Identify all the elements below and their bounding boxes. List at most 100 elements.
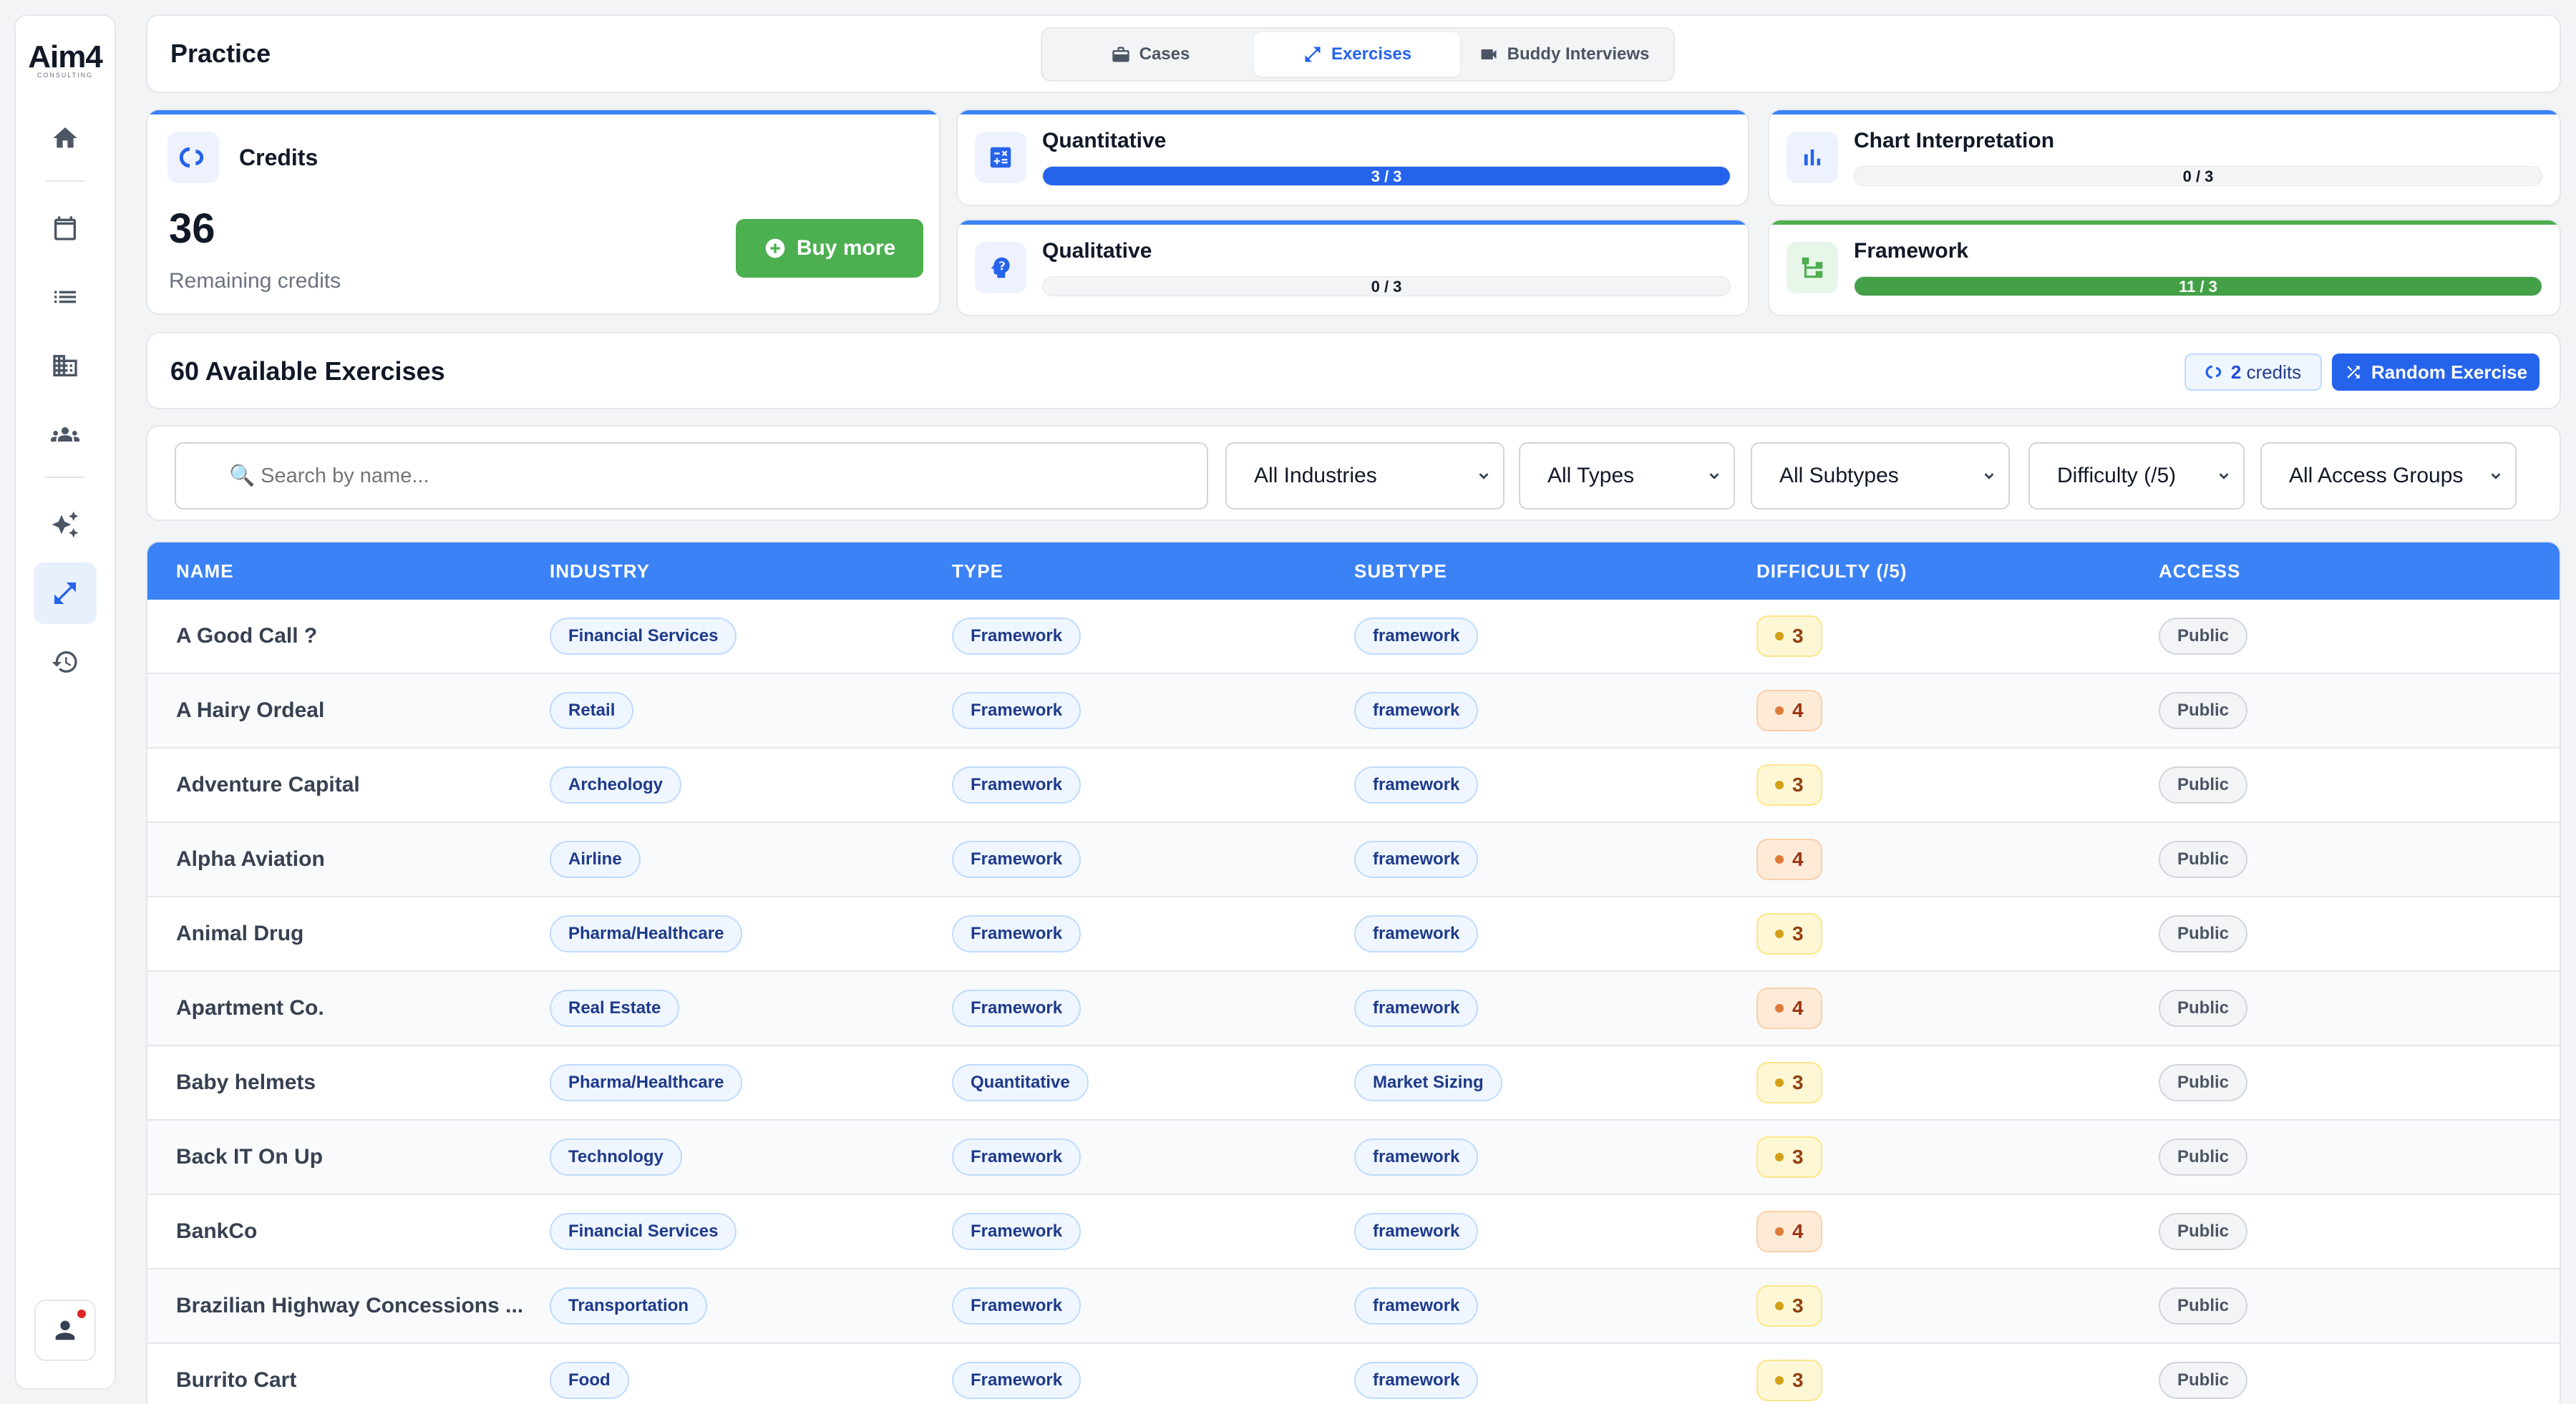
sidebar-item-exercises[interactable] (34, 562, 97, 624)
table-row[interactable]: Adventure Capital Archeology Framework fram… (147, 749, 2560, 823)
exercise-name[interactable]: Apartment Co. (176, 996, 534, 1020)
column-header-difficulty[interactable]: DIFFICULTY (/5) (1756, 560, 2159, 582)
table-row[interactable]: Brazilian Highway Concessions ... Transpo… (147, 1269, 2560, 1344)
sidebar-item-calendar[interactable] (34, 198, 97, 259)
progress-bar: 3 / 3 (1042, 166, 1731, 186)
exercise-name[interactable]: Alpha Aviation (176, 847, 534, 872)
tab-buddy-interviews[interactable]: Buddy Interviews (1460, 32, 1668, 77)
exercise-name[interactable]: BankCo (176, 1219, 534, 1244)
industry-tag: Pharma/Healthcare (550, 915, 743, 952)
exercises-table: NAME INDUSTRY TYPE SUBTYPE DIFFICULTY (/… (146, 541, 2561, 1404)
column-header-subtype[interactable]: SUBTYPE (1354, 560, 1756, 582)
exercise-name[interactable]: Back IT On Up (176, 1145, 534, 1169)
cell-difficulty: 4 (1756, 988, 2159, 1029)
cell-subtype: framework (1354, 990, 1756, 1027)
type-tag: Quantitative (952, 1064, 1089, 1101)
sidebar-item-list[interactable] (34, 266, 97, 328)
access-select[interactable]: All Access Groups (2260, 442, 2517, 510)
industry-select[interactable]: All Industries (1225, 442, 1505, 510)
difficulty-dot (1775, 1376, 1784, 1385)
difficulty-badge: 3 (1756, 1136, 1822, 1178)
sidebar-item-companies[interactable] (34, 335, 97, 396)
cell-industry: Airline (550, 841, 952, 878)
column-header-access[interactable]: ACCESS (2159, 560, 2560, 582)
table-row[interactable]: Back IT On Up Technology Framework framewor… (147, 1121, 2560, 1195)
type-select[interactable]: All Types (1519, 442, 1735, 510)
table-row[interactable]: Animal Drug Pharma/Healthcare Framework fra… (147, 897, 2560, 972)
column-header-name[interactable]: NAME (147, 560, 550, 582)
credit-cost-word: credits (2246, 361, 2302, 383)
stat-card-qualitative[interactable]: Qualitative 0 / 3 (956, 219, 1749, 316)
cell-industry: Technology (550, 1139, 952, 1176)
exercise-name[interactable]: Baby helmets (176, 1071, 534, 1095)
cell-subtype: framework (1354, 915, 1756, 952)
subtype-tag: framework (1354, 915, 1479, 952)
sidebar-item-ai[interactable] (34, 494, 97, 555)
chevron-down-icon (2491, 473, 2501, 479)
access-badge: Public (2159, 841, 2248, 878)
difficulty-select[interactable]: Difficulty (/5) (2028, 442, 2245, 510)
chevron-down-icon (1479, 473, 1489, 479)
exercise-name[interactable]: Adventure Capital (176, 773, 534, 797)
type-tag: Framework (952, 766, 1082, 804)
column-header-type[interactable]: TYPE (952, 560, 1354, 582)
cell-difficulty: 3 (1756, 1285, 2159, 1327)
progress-bar: 0 / 3 (1042, 276, 1731, 296)
tab-exercises[interactable]: Exercises (1254, 32, 1460, 77)
exercise-name[interactable]: A Hairy Ordeal (176, 698, 534, 723)
access-badge: Public (2159, 1213, 2248, 1250)
sidebar-item-history[interactable] (34, 631, 97, 693)
exercise-name[interactable]: A Good Call ? (176, 624, 534, 648)
difficulty-badge: 3 (1756, 1285, 1822, 1327)
column-header-industry[interactable]: INDUSTRY (550, 560, 952, 582)
credits-title: Credits (239, 145, 319, 170)
filters-bar: All Industries All Types All Subtypes Di… (146, 425, 2561, 521)
table-row[interactable]: Apartment Co. Real Estate Framework framewo… (147, 972, 2560, 1046)
cell-subtype: Market Sizing (1354, 1064, 1756, 1101)
buy-more-button[interactable]: Buy more (736, 219, 923, 278)
exercise-name[interactable]: Animal Drug (176, 922, 534, 946)
cell-industry: Financial Services (550, 1213, 952, 1250)
table-row[interactable]: BankCo Financial Services Framework framewo… (147, 1195, 2560, 1269)
table-row[interactable]: A Hairy Ordeal Retail Framework framework 4 P… (147, 674, 2560, 749)
stat-card-chart-interpretation[interactable]: Chart Interpretation 0 / 3 (1768, 109, 2561, 206)
cell-access: Public (2159, 990, 2560, 1027)
exercise-name[interactable]: Brazilian Highway Concessions ... (176, 1294, 534, 1318)
credits-icon (2205, 365, 2221, 379)
subtype-select[interactable]: All Subtypes (1751, 442, 2010, 510)
table-row[interactable]: Alpha Aviation Airline Framework framework 4… (147, 823, 2560, 897)
type-tag: Framework (952, 1139, 1082, 1176)
exercise-name[interactable]: Burrito Cart (176, 1368, 534, 1393)
table-row[interactable]: Baby helmets Pharma/Healthcare Quantitativ… (147, 1046, 2560, 1121)
table-row[interactable]: Burrito Cart Food Framework framework 3 Publi… (147, 1344, 2560, 1404)
industry-select-value: All Industries (1254, 464, 1377, 487)
stat-card-quantitative[interactable]: Quantitative 3 / 3 (956, 109, 1749, 206)
cell-access: Public (2159, 1139, 2560, 1176)
arrows-icon (54, 582, 76, 604)
difficulty-badge: 3 (1756, 1062, 1822, 1103)
stat-card-framework[interactable]: Framework 11 / 3 (1768, 219, 2561, 316)
profile-button[interactable] (34, 1300, 96, 1361)
random-exercise-button[interactable]: Random Exercise (2332, 354, 2539, 391)
random-exercise-label: Random Exercise (2371, 361, 2528, 383)
cell-industry: Retail (550, 692, 952, 729)
difficulty-value: 3 (1792, 625, 1804, 647)
cell-industry: Transportation (550, 1287, 952, 1325)
access-badge: Public (2159, 1287, 2248, 1325)
industry-tag: Technology (550, 1139, 682, 1176)
cell-name: Alpha Aviation (147, 847, 550, 872)
logo[interactable]: Aim4 CONSULTING (28, 42, 103, 79)
cell-name: Brazilian Highway Concessions ... (147, 1294, 550, 1318)
tab-cases[interactable]: Cases (1046, 32, 1254, 77)
cell-name: Burrito Cart (147, 1368, 550, 1393)
difficulty-dot (1775, 1227, 1784, 1236)
cell-difficulty: 3 (1756, 1136, 2159, 1178)
search-input[interactable] (175, 442, 1208, 510)
table-row[interactable]: A Good Call ? Financial Services Framework… (147, 600, 2560, 674)
sidebar-item-home[interactable] (34, 107, 97, 169)
cell-access: Public (2159, 915, 2560, 952)
difficulty-dot (1775, 632, 1784, 640)
sidebar-item-groups[interactable] (34, 404, 97, 465)
stat-icon-box (975, 132, 1026, 183)
chevron-down-icon (1984, 473, 1994, 479)
